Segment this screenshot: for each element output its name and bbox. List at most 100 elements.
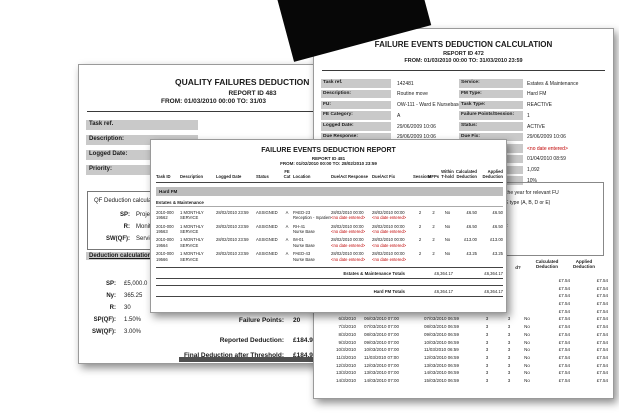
table-row: 8/3/2010 08/03/2010 07:00 09/03/2010 06:… xyxy=(320,332,608,340)
cell-applied-deduction: £7.54 xyxy=(572,378,608,386)
definition-key: SW(QF): xyxy=(90,236,130,242)
cell-calculated-deduction: £6.50 xyxy=(455,224,477,235)
cell-description: 1 MONTHLYSERVICE xyxy=(180,251,216,262)
cell-period-end: 10/03/2010 06:59 xyxy=(424,340,476,348)
table-row: 2010-00019563 1 MONTHLYSERVICE 28/02/201… xyxy=(156,224,503,235)
cell-period-end: 08/03/2010 06:59 xyxy=(424,324,476,332)
field-row: Task ref. xyxy=(86,120,216,135)
cell-applied-deduction: £6.50 xyxy=(477,210,503,221)
cell-applied-deduction: £7.54 xyxy=(572,324,608,332)
cell-task-id: 2010-00019562 xyxy=(156,210,180,221)
cell-date: 9/3/2010 xyxy=(320,340,356,348)
cell-period-start: 10/03/2010 07:00 xyxy=(364,347,416,355)
page-background: { "colors": { "alert_red": "#c00000", "l… xyxy=(0,0,619,413)
cell-description: 1 MONTHLYSERVICE xyxy=(180,237,216,248)
column-header: Due/Act Fix xyxy=(372,175,413,180)
cell-status: ASSIGNED xyxy=(256,224,281,235)
field-label: Logged Date: xyxy=(321,122,391,131)
report-title: QUALITY FAILURES DEDUCTION xyxy=(175,77,309,87)
cell-due-act-fix: 28/02/2010 00:00<no date entered> xyxy=(372,251,413,262)
field-row: Description: Routine move xyxy=(321,90,457,101)
table-row: 11/3/2010 11/03/2010 07:00 12/03/2010 06… xyxy=(320,355,608,363)
cell-location: PAED-43Nurse Base xyxy=(293,251,331,262)
result-label: Reported Deduction: xyxy=(159,337,284,344)
cell-applied-deduction: £7.54 xyxy=(572,278,608,286)
report-id: REPORT ID 481 xyxy=(151,156,506,161)
cell-applied-deduction: £7.54 xyxy=(572,370,608,378)
cell-within-threshold: No xyxy=(520,340,534,348)
cell-within-threshold: No xyxy=(520,316,534,324)
cell-due-act-response: 28/02/2010 00:00<no date entered> xyxy=(331,251,372,262)
cell-description: 1 MONTHLYSERVICE xyxy=(180,224,216,235)
table-row: 6/3/2010 06/03/2010 07:00 07/03/2010 06:… xyxy=(320,316,608,324)
field-label: Task ref. xyxy=(321,79,391,88)
cell-period-start: 14/03/2010 07:00 xyxy=(364,378,416,386)
cell-applied-deduction: £7.54 xyxy=(572,363,608,371)
table-row: 13/3/2010 13/03/2010 07:00 14/03/2010 06… xyxy=(320,370,608,378)
field-row: Failure Points/Session: 1 xyxy=(459,111,611,122)
column-header: Task ID xyxy=(156,175,180,180)
definition-key: R: xyxy=(90,224,130,230)
cell-date: 8/3/2010 xyxy=(320,332,356,340)
report-date-range: FROM: 01/02/2010 00:00 TO: 28/02/2010 23… xyxy=(151,161,506,166)
cell-mfps: 2 xyxy=(427,224,440,235)
cell-status: ASSIGNED xyxy=(256,210,281,221)
estates-maintenance-totals-row: Estates & Maintenance Totals £6,364.17 £… xyxy=(156,267,503,279)
cell-calculated-deduction: £3.25 xyxy=(455,251,477,262)
cell-period-end: 07/03/2010 06:59 xyxy=(424,316,476,324)
cell-within-threshold xyxy=(520,286,534,294)
cell-sessions: 3 xyxy=(482,355,492,363)
result-value: 20 xyxy=(293,317,300,324)
cell-within-threshold: No xyxy=(520,370,534,378)
cell-within-threshold xyxy=(520,309,534,317)
cell-status: ASSIGNED xyxy=(256,237,281,248)
cell-sessions: 3 xyxy=(482,378,492,386)
cell-within-threshold: No xyxy=(520,355,534,363)
cell-fe-category: A xyxy=(281,224,293,235)
cell-sessions: 3 xyxy=(482,316,492,324)
cell-calculated-deduction: £7.54 xyxy=(536,309,570,317)
cell-period-start: 08/03/2010 07:00 xyxy=(364,332,416,340)
field-row: FU: OW-111 - Ward E Nursebase xyxy=(321,101,457,112)
hard-fm-band: Hard FM xyxy=(156,187,503,196)
cell-within-threshold: No xyxy=(520,378,534,386)
cell-calculated-deduction: £7.54 xyxy=(536,301,570,309)
totals-applied: £6,364.17 xyxy=(453,271,503,276)
cell-location: IM-01Nurse Base xyxy=(293,237,331,248)
cell-period-start: 13/03/2010 07:00 xyxy=(364,370,416,378)
totals-calculated: £6,364.17 xyxy=(405,271,453,276)
totals-calculated: £6,364.17 xyxy=(405,289,453,294)
field-row: FM Type: Hard FM xyxy=(459,90,611,101)
column-header: Sessions xyxy=(413,175,427,180)
cell-applied-deduction: £7.54 xyxy=(572,286,608,294)
table-row: 7/3/2010 07/03/2010 07:00 08/03/2010 06:… xyxy=(320,324,608,332)
cell-date: 6/3/2010 xyxy=(320,316,356,324)
calc-value: 3.00% xyxy=(124,329,141,335)
cell-location: PAED-23Reception - Inpatients xyxy=(293,210,331,221)
cell-period-end: 13/03/2010 06:59 xyxy=(424,363,476,371)
cell-period-start: 12/03/2010 07:00 xyxy=(364,363,416,371)
cell-calculated-deduction: £7.54 xyxy=(536,370,570,378)
column-header: FE Cat xyxy=(281,170,293,180)
cell-mfps: 2 xyxy=(427,251,440,262)
cell-task-id: 2010-00019564 xyxy=(156,237,180,248)
cell-calculated-deduction: £7.54 xyxy=(536,293,570,301)
column-header-calculated-deduction: Calculated Deduction xyxy=(527,259,567,270)
cell-period-start: 11/03/2010 07:00 xyxy=(364,355,416,363)
cell-status: ASSIGNED xyxy=(256,251,281,262)
cell-within-threshold: No xyxy=(520,363,534,371)
cell-fps: 3 xyxy=(504,363,514,371)
cell-sessions: 3 xyxy=(482,332,492,340)
field-row: Status: ACTIVE xyxy=(459,122,611,133)
table-row: 2010-00019564 1 MONTHLYSERVICE 28/02/201… xyxy=(156,237,503,248)
column-header: Logged Date xyxy=(216,175,256,180)
service-group-label: Estates & Maintenance xyxy=(156,200,503,207)
table-row: 2010-00019566 1 MONTHLYSERVICE 28/02/201… xyxy=(156,251,503,262)
cell-sessions: 3 xyxy=(482,340,492,348)
calc-key: R: xyxy=(79,305,116,311)
cell-calculated-deduction: £7.54 xyxy=(536,340,570,348)
cell-period-end: 09/03/2010 06:59 xyxy=(424,332,476,340)
field-label: Task Type: xyxy=(459,101,523,110)
cell-within-threshold: No xyxy=(520,347,534,355)
cell-date: 14/3/2010 xyxy=(320,378,356,386)
